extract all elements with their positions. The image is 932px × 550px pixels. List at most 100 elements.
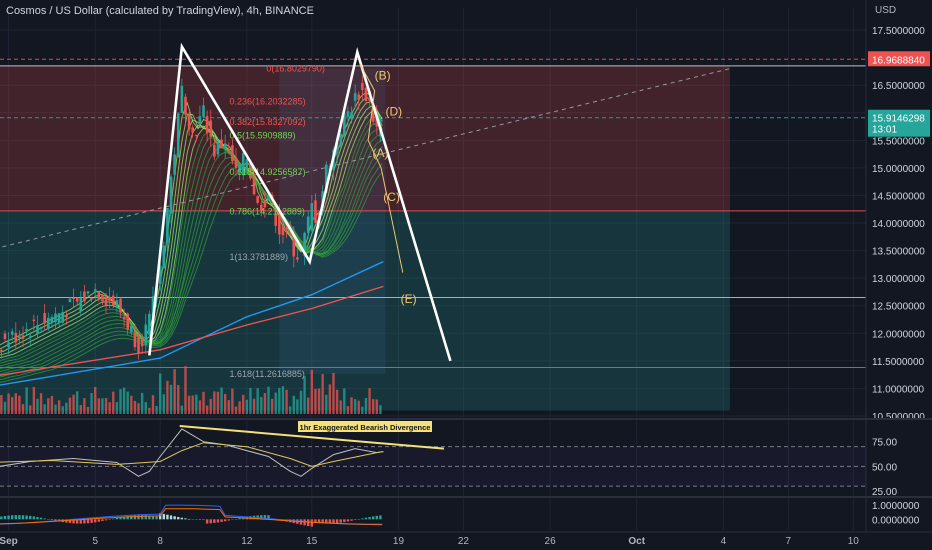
candle-body [86, 291, 90, 294]
volume-bar [260, 397, 263, 414]
volume-bar [274, 392, 277, 414]
candle-body [202, 105, 205, 117]
macd-histogram-bar [133, 515, 137, 520]
candle-body [314, 200, 317, 223]
macd-histogram-bar [234, 518, 238, 520]
macd-histogram-bar [205, 519, 209, 524]
volume-bar [361, 406, 364, 414]
volume-bar [202, 391, 205, 414]
wave-label: (B) [375, 69, 391, 83]
macd-histogram-bar [307, 519, 310, 527]
candle-body [54, 313, 57, 323]
wave-label: (D) [385, 105, 402, 119]
macd-histogram-bar [209, 519, 212, 524]
volume-bar [339, 400, 342, 414]
chart-canvas[interactable]: Sep 5 8 12 15 19 22 26 Oct 4 7 10 0(16.8029790) 0.236… [0, 0, 932, 550]
volume-bar [364, 397, 368, 414]
macd-histogram-bar [195, 519, 198, 520]
volume-bar [180, 405, 184, 414]
candle-body [36, 325, 39, 334]
candle-body [14, 332, 18, 343]
candle-body [61, 312, 65, 323]
volume-bar [184, 366, 187, 414]
macd-histogram-bar [10, 515, 14, 520]
candle-body [68, 298, 72, 303]
volume-bar [307, 397, 310, 414]
macd-histogram-bar [36, 517, 39, 520]
wave-label: (A) [372, 146, 388, 160]
volume-bar [332, 373, 335, 414]
candle-body [50, 317, 54, 323]
volume-bar [115, 402, 119, 414]
divergence-label: 1hr Exaggerated Bearish Divergence [300, 423, 431, 432]
x-tick-label: Sep [0, 536, 18, 547]
x-tick-label: 7 [786, 536, 792, 547]
volume-bar [263, 393, 267, 414]
volume-bar [256, 388, 259, 414]
macd-histogram-bar [47, 519, 50, 520]
macd-histogram-bar [94, 519, 97, 523]
fib-level-label: 1.618(11.2616885) [230, 369, 305, 379]
price-tag-current-text: 15.9146298 [872, 114, 925, 125]
candle-body [191, 127, 194, 133]
candle-body [10, 331, 14, 335]
volume-bar [126, 391, 129, 414]
volume-bar [267, 386, 270, 414]
volume-bar [310, 369, 314, 414]
candle-body [140, 338, 144, 347]
volume-bar [75, 391, 79, 414]
candle-body [310, 203, 314, 231]
volume-bar [10, 397, 14, 414]
volume-bar [213, 391, 216, 414]
macd-histogram-bar [29, 515, 32, 520]
volume-bar [155, 406, 158, 414]
candle-body [83, 291, 86, 302]
x-tick-label: 10 [848, 536, 860, 547]
volume-bar [43, 404, 46, 414]
candle-body [357, 94, 361, 100]
y-tick-label: 13.0000000 [872, 274, 925, 285]
volume-bar [57, 400, 61, 414]
volume-bar [296, 399, 299, 414]
candle-body [25, 329, 28, 331]
candle-body [350, 112, 353, 119]
candle-body [346, 111, 350, 117]
macd-histogram-bar [375, 515, 378, 520]
candle-body [296, 257, 299, 260]
y-tick-label: 14.0000000 [872, 219, 925, 230]
fib-level-label: 1(13.3781889) [230, 252, 289, 262]
volume-bar [148, 407, 151, 414]
volume-bar [314, 388, 317, 414]
volume-bar [61, 406, 64, 414]
candle-body [122, 317, 126, 320]
volume-bar [234, 406, 238, 414]
volume-bar [137, 403, 140, 414]
macd-histogram-bar [361, 518, 364, 520]
candle-body [176, 113, 180, 158]
volume-bar [238, 401, 241, 414]
wave-label: (E) [401, 292, 417, 306]
macd-histogram-bar [32, 516, 36, 520]
macd-histogram-bar [303, 519, 306, 526]
candle-body [213, 144, 216, 157]
macd-tick-label: 1.0000000 [872, 501, 920, 512]
candle-body [205, 116, 209, 133]
candle-body [90, 298, 93, 300]
macd-histogram-bar [379, 515, 382, 520]
candle-body [119, 298, 122, 313]
volume-bar [79, 405, 82, 414]
candle-body [137, 337, 140, 354]
chart-root: Sep 5 8 12 15 19 22 26 Oct 4 7 10 0(16.8029790) 0.236… [0, 0, 932, 550]
volume-bar [317, 388, 321, 414]
candle-body [57, 313, 61, 323]
macd-histogram-bar [50, 519, 54, 521]
fib-box [279, 68, 386, 375]
macd-histogram-bar [310, 519, 314, 527]
macd-histogram-bar [346, 519, 350, 522]
candle-body [111, 295, 115, 306]
volume-bar [223, 393, 227, 414]
volume-bar [68, 397, 72, 414]
volume-bar [21, 404, 25, 414]
volume-bar [122, 387, 126, 414]
fib-level-label: 0.786(14.2112889) [230, 206, 305, 216]
